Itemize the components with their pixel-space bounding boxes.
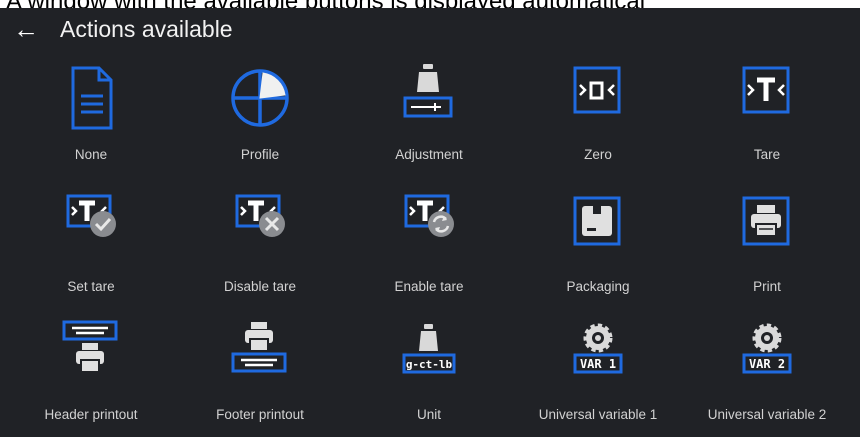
arrow-left-icon[interactable]: ← [12, 14, 40, 44]
action-adjustment[interactable]: Adjustment [343, 58, 515, 183]
action-label: Adjustment [395, 147, 463, 162]
adjustment-icon [389, 58, 469, 138]
action-disable-tare[interactable]: Disable tare [174, 190, 346, 315]
zero-icon [558, 58, 638, 138]
action-label: Enable tare [394, 279, 464, 294]
action-unit[interactable]: g-ct-lb Unit [343, 318, 515, 443]
unit-badge-text: g-ct-lb [406, 358, 453, 371]
action-label: Unit [416, 407, 441, 422]
action-universal-variable-1[interactable]: VAR 1 Universal variable 1 [512, 318, 684, 443]
action-label: Footer printout [216, 407, 304, 422]
header-bar: ← Actions available [0, 8, 860, 52]
action-profile[interactable]: Profile [174, 58, 346, 183]
printer-icon [727, 190, 807, 270]
actions-screen: ← Actions available None Profile Adjustm… [0, 8, 860, 437]
packaging-icon [558, 190, 638, 270]
action-label: Packaging [566, 279, 630, 294]
action-label: Print [753, 279, 781, 294]
universal-variable-1-icon: VAR 1 [558, 318, 638, 398]
action-label: None [74, 147, 108, 162]
disable-tare-icon [220, 190, 300, 270]
page-title: Actions available [60, 16, 233, 42]
action-label: Disable tare [223, 279, 297, 294]
tare-icon [727, 58, 807, 138]
universal-variable-2-icon: VAR 2 [727, 318, 807, 398]
action-print[interactable]: Print [681, 190, 853, 315]
action-label: Set tare [67, 279, 115, 294]
action-none[interactable]: None [5, 58, 177, 183]
action-footer-printout[interactable]: Footer printout [174, 318, 346, 443]
action-packaging[interactable]: Packaging [512, 190, 684, 315]
action-tare[interactable]: Tare [681, 58, 853, 183]
action-label: Profile [240, 147, 280, 162]
action-label: Tare [753, 147, 781, 162]
action-set-tare[interactable]: Set tare [5, 190, 177, 315]
var2-badge-text: VAR 2 [749, 357, 785, 371]
action-label: Universal variable 2 [707, 407, 827, 422]
document-icon [51, 58, 131, 138]
action-label: Universal variable 1 [538, 407, 658, 422]
var1-badge-text: VAR 1 [580, 357, 616, 371]
action-enable-tare[interactable]: Enable tare [343, 190, 515, 315]
set-tare-icon [51, 190, 131, 270]
footer-printout-icon [220, 318, 300, 398]
header-printout-icon [51, 318, 131, 398]
action-header-printout[interactable]: Header printout [5, 318, 177, 443]
action-label: Header printout [44, 407, 138, 422]
action-label: Zero [584, 147, 612, 162]
unit-icon: g-ct-lb [389, 318, 469, 398]
enable-tare-icon [389, 190, 469, 270]
profile-icon [220, 58, 300, 138]
action-zero[interactable]: Zero [512, 58, 684, 183]
action-universal-variable-2[interactable]: VAR 2 Universal variable 2 [681, 318, 853, 443]
